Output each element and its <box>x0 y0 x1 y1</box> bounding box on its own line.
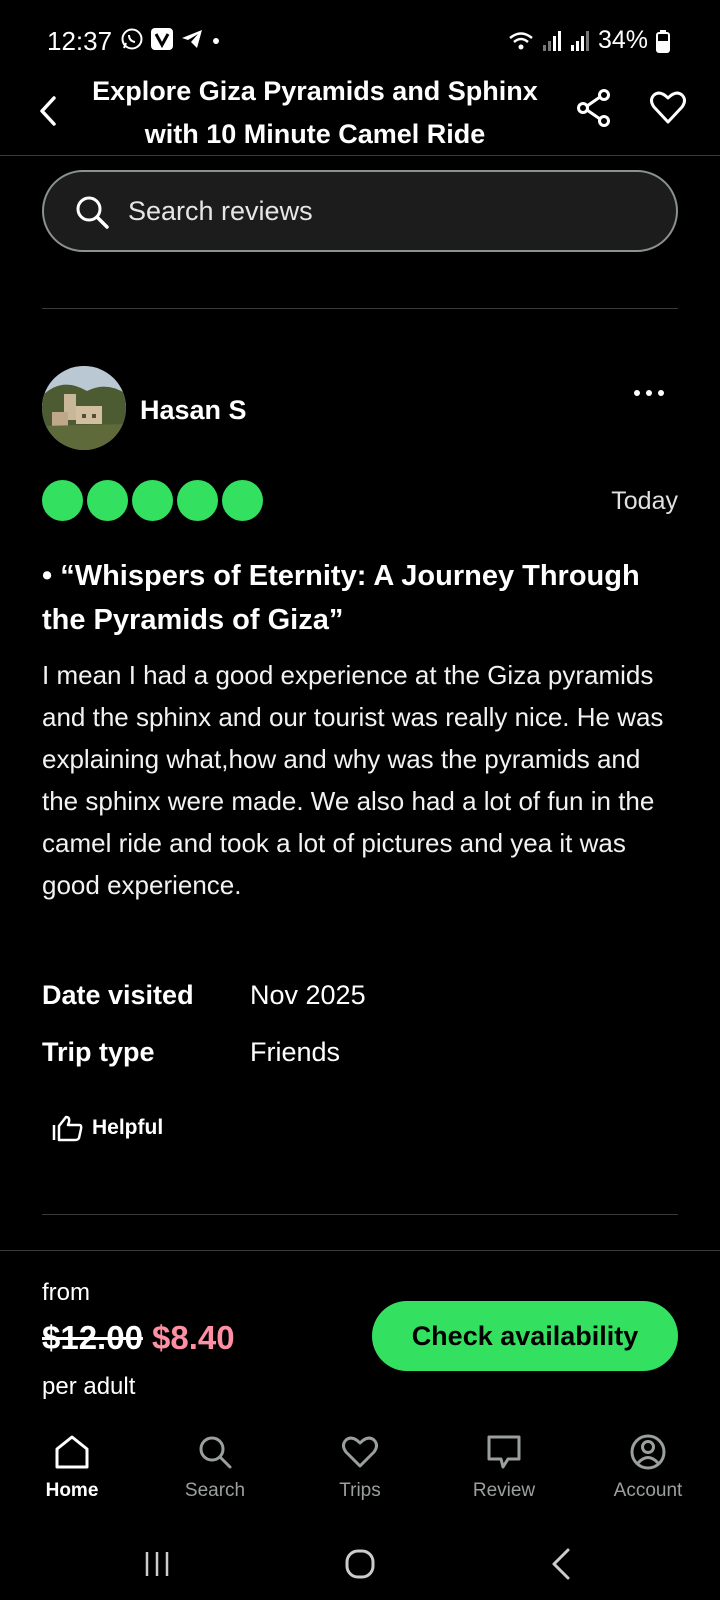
status-bar: 12:37 34% <box>0 0 720 76</box>
nav-account[interactable]: Account <box>588 1430 708 1510</box>
check-availability-button[interactable]: Check availability <box>372 1301 678 1371</box>
nav-home[interactable]: Home <box>12 1430 132 1510</box>
search-placeholder: Search reviews <box>128 196 313 226</box>
search-icon <box>199 1436 232 1469</box>
nav-search[interactable]: Search <box>155 1430 275 1510</box>
system-back-icon[interactable] <box>542 1544 582 1584</box>
rating-bubble <box>87 480 128 521</box>
helpful-button[interactable]: Helpful <box>52 1114 163 1142</box>
original-price: $12.00 <box>42 1319 143 1356</box>
heart-icon <box>342 1436 378 1468</box>
notification-icons <box>120 27 222 51</box>
thumbs-up-icon <box>52 1115 83 1142</box>
signal-icon-2 <box>570 30 589 51</box>
trip-type-value: Friends <box>250 1037 341 1067</box>
whatsapp-icon <box>121 28 143 50</box>
divider <box>42 308 678 309</box>
rating-bubble <box>42 480 83 521</box>
rating-bubble <box>177 480 218 521</box>
search-icon <box>76 196 109 229</box>
nav-label: Review <box>472 1480 536 1501</box>
save-heart-button[interactable] <box>648 86 688 130</box>
divider <box>42 1214 678 1215</box>
nav-label: Home <box>45 1480 99 1501</box>
account-icon <box>630 1434 666 1470</box>
date-visited-label: Date visited <box>42 980 194 1010</box>
nav-trips[interactable]: Trips <box>300 1430 420 1510</box>
recent-apps-icon[interactable] <box>137 1544 177 1584</box>
nav-label: Account <box>613 1480 683 1501</box>
avatar-image <box>42 366 126 450</box>
home-button-icon[interactable] <box>340 1544 380 1584</box>
review-body: I mean I had a good experience at the Gi… <box>42 660 664 900</box>
trip-type-label: Trip type <box>42 1037 155 1067</box>
bottom-nav: Home Search Trips Review Account <box>0 1430 720 1510</box>
nav-review[interactable]: Review <box>444 1430 564 1510</box>
review-date: Today <box>611 487 678 515</box>
battery-percent: 34% <box>597 26 648 54</box>
page-title: Explore Giza Pyramids and Sphinx with 10… <box>92 76 538 149</box>
rating-bubble <box>222 480 263 521</box>
nav-label: Trips <box>339 1480 381 1501</box>
back-button[interactable] <box>30 86 66 136</box>
sale-price: $8.40 <box>152 1319 235 1356</box>
telegram-icon <box>182 30 202 48</box>
rating-bubble <box>132 480 173 521</box>
system-nav-bar <box>0 1530 720 1600</box>
wifi-icon <box>509 31 533 49</box>
more-options-icon[interactable] <box>632 386 666 400</box>
battery-icon <box>656 29 670 53</box>
date-visited-value: Nov 2025 <box>250 980 366 1010</box>
review-icon <box>487 1435 521 1469</box>
search-reviews-input[interactable]: Search reviews <box>42 170 678 252</box>
signal-icon <box>542 30 561 51</box>
messenger-v-icon <box>151 28 173 50</box>
rating-bubbles <box>42 480 263 521</box>
booking-bar: from $12.00 $8.40 per adult Check availa… <box>0 1250 720 1430</box>
review-title: • “Whispers of Eternity: A Journey Throu… <box>42 560 640 636</box>
system-status: 34% <box>508 26 670 55</box>
helpful-label: Helpful <box>92 1116 164 1139</box>
app-header: Explore Giza Pyramids and Sphinx with 10… <box>0 66 720 156</box>
from-label: from <box>42 1279 90 1306</box>
reviewer-name[interactable]: Hasan S <box>140 395 247 426</box>
more-notifications-icon <box>213 38 219 44</box>
home-icon <box>55 1435 89 1469</box>
nav-label: Search <box>184 1480 246 1501</box>
share-button[interactable] <box>574 86 614 130</box>
status-time: 12:37 <box>47 26 113 56</box>
per-adult-label: per adult <box>42 1373 136 1400</box>
avatar[interactable] <box>42 366 126 450</box>
